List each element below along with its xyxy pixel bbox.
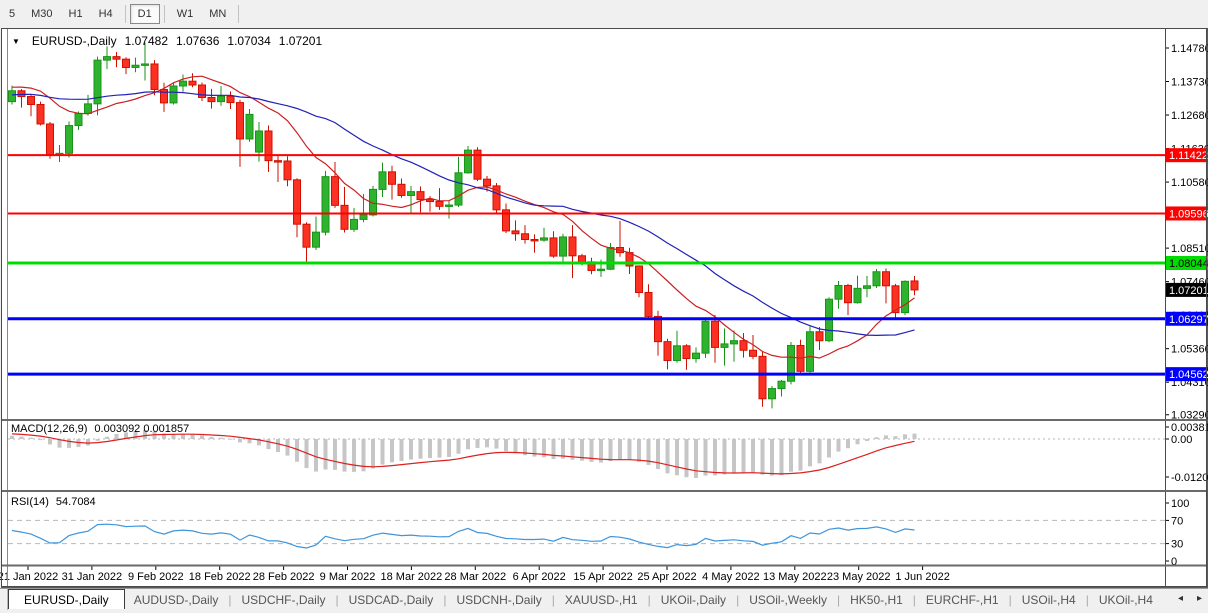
candles-series — [9, 43, 919, 409]
tab-usoil-weekly[interactable]: USOil-,Weekly — [740, 591, 836, 609]
chevron-down-icon[interactable]: ▼ — [12, 37, 20, 46]
svg-text:28 Mar 2022: 28 Mar 2022 — [444, 571, 506, 583]
panel-borders — [1, 29, 1207, 588]
svg-text:1.07201: 1.07201 — [1169, 285, 1208, 297]
tab-ukoil-daily[interactable]: UKOil-,Daily — [652, 591, 735, 609]
svg-text:1.10580: 1.10580 — [1171, 177, 1208, 189]
ohlc-close: 1.07201 — [279, 34, 322, 48]
chart-tabs-bar: EURUSD-,DailyAUDUSD-,Daily|USDCHF-,Daily… — [0, 588, 1208, 610]
svg-text:18 Mar 2022: 18 Mar 2022 — [381, 571, 443, 583]
svg-text:1.04562: 1.04562 — [1169, 369, 1208, 381]
svg-text:31 Jan 2022: 31 Jan 2022 — [62, 571, 123, 583]
ohlc-low: 1.07034 — [227, 34, 270, 48]
tab-ukoil-h4[interactable]: UKOil-,H4 — [1090, 591, 1162, 609]
tab-eurusd-daily[interactable]: EURUSD-,Daily — [8, 589, 125, 609]
svg-text:1.11422: 1.11422 — [1169, 150, 1208, 162]
svg-text:25 Apr 2022: 25 Apr 2022 — [637, 571, 696, 583]
macd-values: 0.003092 0.001857 — [94, 423, 189, 435]
svg-text:1.14780: 1.14780 — [1171, 43, 1208, 55]
svg-text:9 Mar 2022: 9 Mar 2022 — [320, 571, 376, 583]
svg-text:1.05360: 1.05360 — [1171, 344, 1208, 356]
svg-text:28 Feb 2022: 28 Feb 2022 — [253, 571, 315, 583]
support-resistance-lines[interactable] — [8, 155, 1165, 374]
tab-eurchf-h1[interactable]: EURCHF-,H1 — [917, 591, 1008, 609]
rsi-value: 54.7084 — [56, 496, 96, 508]
svg-text:1.08510: 1.08510 — [1171, 243, 1208, 255]
tab-usoil-h4[interactable]: USOil-,H4 — [1013, 591, 1085, 609]
svg-text:13 May 2022: 13 May 2022 — [763, 571, 827, 583]
chart-canvas[interactable]: 1.147801.137301.126801.116301.105801.095… — [0, 0, 1208, 613]
tab-hk50-h1[interactable]: HK50-,H1 — [841, 591, 912, 609]
moving-average-lines — [12, 76, 915, 358]
svg-text:0.00: 0.00 — [1171, 434, 1192, 446]
tab-scroll-right-icon[interactable]: ▸ — [1194, 593, 1205, 604]
svg-text:1.09596: 1.09596 — [1169, 208, 1208, 220]
svg-text:0.003814: 0.003814 — [1171, 422, 1208, 434]
svg-text:1 Jun 2022: 1 Jun 2022 — [895, 571, 949, 583]
ma-fast-line — [12, 76, 915, 358]
macd-name: MACD(12,26,9) — [11, 423, 87, 435]
svg-text:1.12680: 1.12680 — [1171, 110, 1208, 122]
tab-audusd-daily[interactable]: AUDUSD-,Daily — [125, 591, 228, 609]
svg-text:1.13730: 1.13730 — [1171, 77, 1208, 89]
chart-symbol-label: EURUSD-,Daily — [32, 34, 117, 48]
svg-text:1.08044: 1.08044 — [1169, 258, 1208, 270]
svg-text:23 May 2022: 23 May 2022 — [827, 571, 891, 583]
rsi-indicator-label: RSI(14) 54.7084 — [11, 496, 96, 508]
macd-signal-line — [12, 434, 915, 474]
ohlc-high: 1.07636 — [176, 34, 219, 48]
svg-text:4 May 2022: 4 May 2022 — [702, 571, 759, 583]
rsi-line — [12, 524, 915, 548]
rsi-name: RSI(14) — [11, 496, 49, 508]
svg-text:9 Feb 2022: 9 Feb 2022 — [128, 571, 184, 583]
ohlc-open: 1.07482 — [125, 34, 168, 48]
rsi-panel — [8, 520, 1165, 548]
tab-usdcad-daily[interactable]: USDCAD-,Daily — [340, 591, 443, 609]
macd-panel — [8, 430, 1165, 478]
svg-text:6 Apr 2022: 6 Apr 2022 — [513, 571, 566, 583]
tab-usdchf-daily[interactable]: USDCHF-,Daily — [233, 591, 335, 609]
date-axis[interactable]: 21 Jan 2022 31 Jan 2022 9 Feb 2022 18 Feb 2… — [0, 566, 950, 583]
macd-indicator-label: MACD(12,26,9) 0.003092 0.001857 — [11, 423, 189, 435]
svg-text:-0.012077: -0.012077 — [1171, 472, 1208, 484]
trading-app-window: 5M30H1H4D1W1MN 1.147801.137301.126801.11… — [0, 0, 1208, 613]
svg-text:30: 30 — [1171, 539, 1183, 551]
price-axis[interactable]: 1.147801.137301.126801.116301.105801.095… — [1165, 43, 1208, 568]
svg-text:15 Apr 2022: 15 Apr 2022 — [573, 571, 632, 583]
svg-text:18 Feb 2022: 18 Feb 2022 — [189, 571, 251, 583]
tab-scroll-left-icon[interactable]: ◂ — [1175, 593, 1186, 604]
svg-text:1.06297: 1.06297 — [1169, 314, 1208, 326]
svg-text:21 Jan 2022: 21 Jan 2022 — [0, 571, 58, 583]
svg-text:100: 100 — [1171, 498, 1189, 510]
tab-usdcnh-daily[interactable]: USDCNH-,Daily — [447, 591, 550, 609]
svg-text:70: 70 — [1171, 515, 1183, 527]
tab-scroll-buttons: ◂ ▸ — [1175, 593, 1205, 604]
tab-bar-stub — [0, 589, 8, 610]
tab-xauusd-h1[interactable]: XAUUSD-,H1 — [556, 591, 647, 609]
chart-title[interactable]: ▼ EURUSD-,Daily 1.07482 1.07636 1.07034 … — [12, 34, 322, 48]
